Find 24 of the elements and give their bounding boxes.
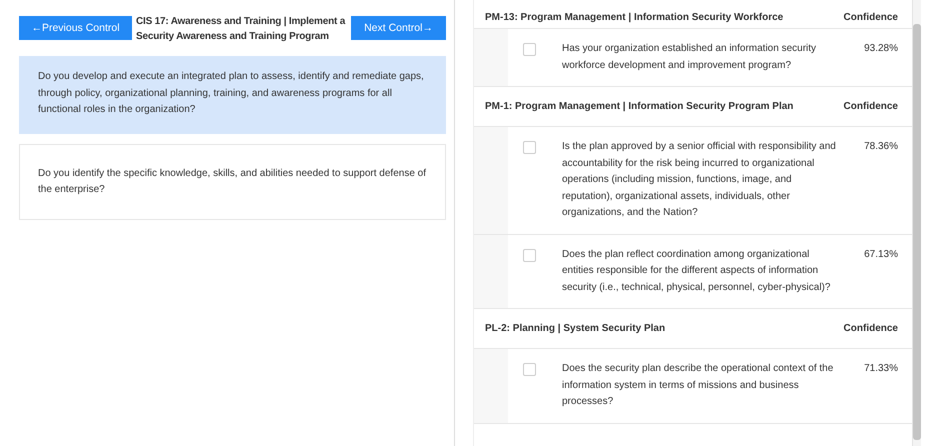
column-heading: Confidence — [844, 101, 898, 112]
question-text: Has your organization established an information security workforce development and improvement program? — [562, 42, 818, 72]
checkbox[interactable] — [523, 363, 536, 376]
scrollbar[interactable] — [912, 0, 921, 446]
checkbox[interactable] — [523, 248, 536, 262]
question-text: Does the plan reflect coordination among organizational entities responsible for the different aspects of information security (i.e., technical, physical, personnel, cyber-physical)? — [562, 248, 832, 294]
checkbox[interactable] — [523, 43, 536, 56]
column-heading: Confidence — [844, 323, 898, 334]
confidence-value: 71.33% — [863, 362, 898, 376]
control-title: CIS 17: Awareness and Training | Implement a Security Awareness and Training Program — [136, 15, 346, 44]
question-card[interactable]: Do you develop and execute an integrated plan to assess, identify and remediate gaps, through policy, organizational planning, training, and awareness programs for all functional roles in the organization? — [19, 56, 446, 134]
confidence-value: 93.28% — [863, 42, 898, 56]
question-text: Is the plan approved by a senior official with responsibility and accountability for the risk being incurred to organizational operations (including mission, functions, image, and reputation), organizational assets, individuals, other organizations, and the Nation? — [562, 140, 837, 220]
question-card[interactable]: Do you identify the specific knowledge, skills, and abilities needed to support defense of the enterprise? — [19, 144, 446, 220]
question-text: Does the security plan describe the operational context of the information system in terms of missions and business processes? — [562, 362, 834, 409]
confidence-value: 67.13% — [863, 248, 898, 262]
next-control-button[interactable]: Next Control→ — [351, 16, 446, 40]
control-heading: PM-13: Program Management | Information Security Workforce — [485, 12, 784, 23]
control-heading: PL-2: Planning | System Security Plan — [485, 323, 666, 334]
checkbox[interactable] — [523, 141, 536, 154]
control-heading: PM-1: Program Management | Information Security Program Plan — [485, 101, 794, 112]
column-heading: Confidence — [844, 12, 898, 23]
previous-control-button[interactable]: ←Previous Control — [19, 16, 132, 40]
confidence-value: 78.36% — [863, 140, 898, 154]
